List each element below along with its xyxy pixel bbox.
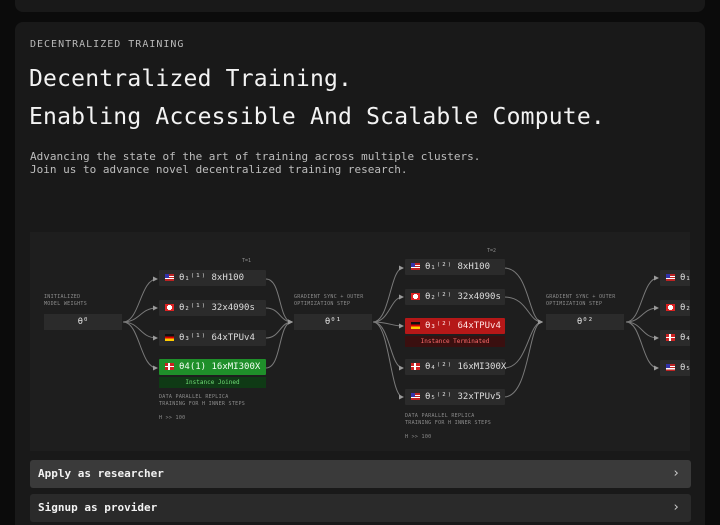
replica-node-terminated: θ₃⁽²⁾ 64xTPUv4 [405,318,505,334]
germany-flag-icon [411,322,420,329]
replica-node-label: θ₃⁽¹⁾ 64xTPUv4 [179,333,255,343]
sync-theta-node-2: θ⁰² [546,314,624,330]
replica-node: θ₄⁽ [660,330,690,346]
time-step-1-label: T=1 [242,258,252,264]
replica-node-label: θ₁⁽²⁾ 8xH100 [425,262,491,272]
h-note-2: H >> 100 [405,434,432,440]
switzerland-flag-icon [666,304,675,311]
switzerland-flag-icon [411,293,420,300]
time-step-2-label: T=2 [487,248,497,254]
replica-node-label: θ₂⁽¹⁾ 32x4090s [179,303,255,313]
us-flag-icon [165,274,174,281]
headline-line-2: Enabling Accessible And Scalable Compute… [29,104,605,130]
sync-label-1: GRADIENT SYNC + OUTER OPTIMIZATION STEP [294,294,364,307]
us-flag-icon [411,393,420,400]
replica-node: θ₂⁽²⁾ 32x4090s [405,289,505,305]
section-eyebrow: DECENTRALIZED TRAINING [30,39,185,50]
replica-node: θ₅⁽²⁾ 32xTPUv5 [405,389,505,405]
switzerland-flag-icon [165,304,174,311]
description-line-1: Advancing the state of the art of traini… [30,150,481,163]
replica-node: θ₅ [660,360,690,376]
replica-node-label: θ₄⁽ [680,333,690,343]
germany-flag-icon [165,334,174,341]
apply-button-label: Apply as researcher [38,467,164,480]
replica-node: θ₂⁽¹⁾ 32x4090s [159,300,266,316]
replica-node-label: θ₃⁽²⁾ 64xTPUv4 [425,321,501,331]
replica-node-label: θ₅⁽²⁾ 32xTPUv5 [425,392,501,402]
section-description: Advancing the state of the art of traini… [30,150,480,176]
replica-node-label: θ₁⁽¹⁾ 8xH100 [179,273,245,283]
headline-line-1: Decentralized Training. [29,66,353,92]
instance-joined-badge: Instance Joined [159,377,266,388]
chevron-right-icon: › [672,500,680,515]
replica-node-label: θ₁ [680,273,690,283]
replica-node-label: θ4(1) 16xMI300X [179,362,261,372]
replica-node-label: θ₂ [680,303,690,313]
training-diagram: T=1 T=2 INITIALIZED MODEL WEIGHTS θ⁰ GRA… [30,232,690,451]
replica-node-joined: θ4(1) 16xMI300X [159,359,266,375]
replica-node-label: θ₅ [680,363,690,373]
chevron-right-icon: › [672,466,680,481]
us-flag-icon [666,364,675,371]
denmark-flag-icon [666,334,675,341]
denmark-flag-icon [411,363,420,370]
init-weights-label: INITIALIZED MODEL WEIGHTS [44,294,88,307]
replica-node: θ₂ [660,300,690,316]
replica-node: θ₁ [660,270,690,286]
replica-node-label: θ₂⁽²⁾ 32x4090s [425,292,501,302]
apply-as-researcher-button[interactable]: Apply as researcher › [30,460,691,488]
replica-node: θ₁⁽¹⁾ 8xH100 [159,270,266,286]
replica-note-1: DATA PARALLEL REPLICA TRAINING FOR H INN… [159,394,246,407]
signup-button-label: Signup as provider [38,501,158,514]
replica-note-2: DATA PARALLEL REPLICA TRAINING FOR H INN… [405,413,492,426]
sync-theta-node-1: θ⁰¹ [294,314,372,330]
description-line-2: Join us to advance novel decentralized t… [30,163,408,176]
sync-label-2: GRADIENT SYNC + OUTER OPTIMIZATION STEP [546,294,616,307]
decentralized-training-card: DECENTRALIZED TRAINING Decentralized Tra… [15,22,705,525]
replica-node: θ₃⁽¹⁾ 64xTPUv4 [159,330,266,346]
us-flag-icon [411,263,420,270]
replica-node: θ₄⁽²⁾ 16xMI300X [405,359,507,375]
replica-node-label: θ₄⁽²⁾ 16xMI300X [425,362,507,372]
us-flag-icon [666,274,675,281]
h-note-1: H >> 100 [159,415,186,421]
init-theta-node: θ⁰ [44,314,122,330]
replica-node: θ₁⁽²⁾ 8xH100 [405,259,505,275]
instance-terminated-badge: Instance Terminated [405,336,505,347]
denmark-flag-icon [165,363,174,370]
previous-card [15,0,705,12]
signup-as-provider-button[interactable]: Signup as provider › [30,494,691,522]
diagram-connectors [122,265,659,400]
